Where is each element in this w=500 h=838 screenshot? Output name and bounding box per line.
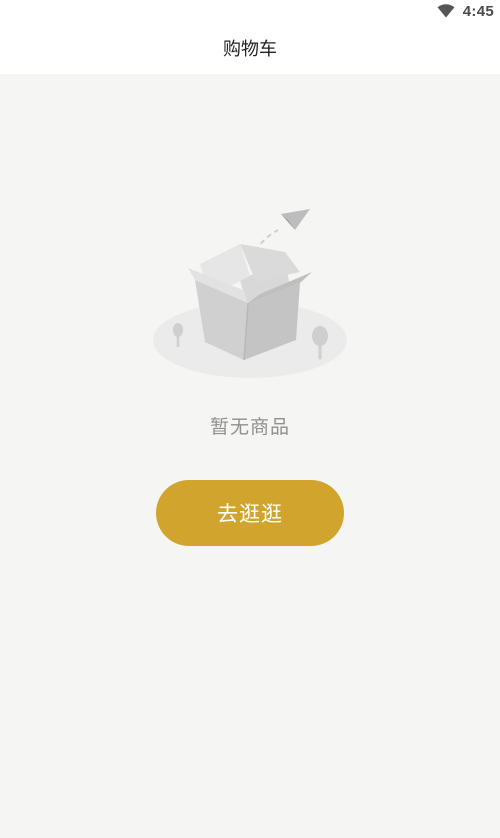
status-time: 4:45 <box>462 2 494 20</box>
status-right: 4:45 <box>437 0 494 22</box>
empty-box-icon <box>153 209 347 378</box>
page-title: 购物车 <box>223 39 277 60</box>
status-bar: 4:45 <box>0 0 500 22</box>
wifi-icon <box>437 4 455 18</box>
empty-state-message: 暂无商品 <box>209 416 290 438</box>
go-shopping-button[interactable]: 去逛逛 <box>156 480 344 546</box>
header-bar: 购物车 <box>0 22 500 74</box>
